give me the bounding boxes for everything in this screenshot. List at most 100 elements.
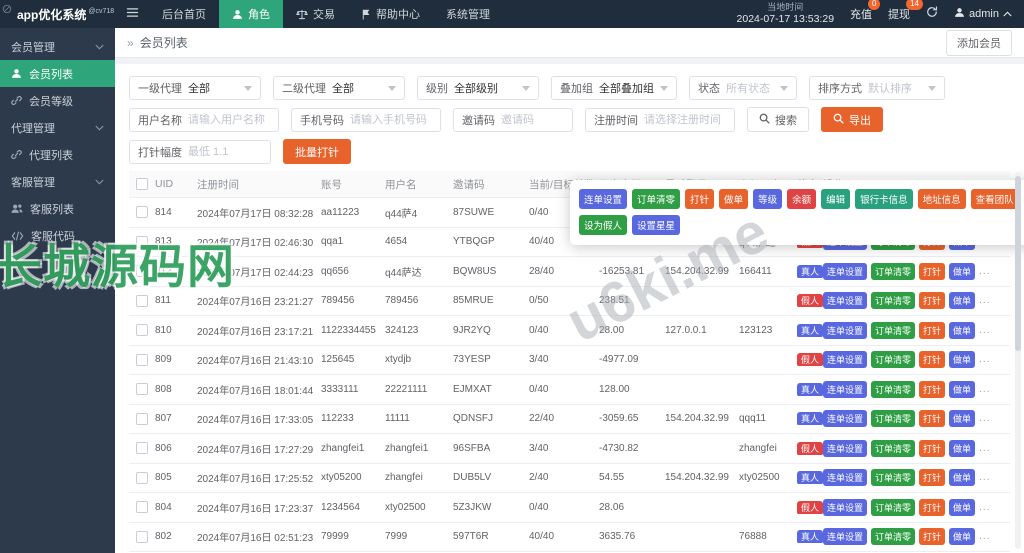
- row-checkbox[interactable]: [136, 472, 148, 484]
- row-action-button[interactable]: 订单清零: [871, 292, 915, 309]
- row-action-button[interactable]: 连单设置: [823, 499, 867, 516]
- row-checkbox[interactable]: [136, 324, 148, 336]
- topmenu-item-2[interactable]: 角色: [219, 0, 283, 28]
- popup-action-button[interactable]: 设为假人: [579, 215, 627, 235]
- popup-action-button[interactable]: 地址信息: [918, 189, 966, 209]
- row-action-button[interactable]: 订单清零: [871, 351, 915, 368]
- row-action-button[interactable]: 打针: [919, 410, 945, 427]
- row-action-button[interactable]: 订单清零: [871, 322, 915, 339]
- row-action-button[interactable]: 做单: [949, 499, 975, 516]
- row-checkbox[interactable]: [136, 295, 148, 307]
- row-action-button[interactable]: 连单设置: [823, 440, 867, 457]
- row-action-button[interactable]: 打针: [919, 440, 945, 457]
- more-actions-button[interactable]: ...: [979, 354, 990, 365]
- row-action-button[interactable]: 连单设置: [823, 410, 867, 427]
- row-action-button[interactable]: 打针: [919, 351, 945, 368]
- more-actions-button[interactable]: ...: [979, 295, 990, 306]
- popup-action-button[interactable]: 设置星星: [632, 215, 680, 235]
- row-action-button[interactable]: 连单设置: [823, 351, 867, 368]
- vertical-scrollbar[interactable]: [1015, 172, 1021, 549]
- user-menu[interactable]: admin: [954, 7, 1012, 21]
- batch-inject-button[interactable]: 批量打针: [283, 139, 351, 164]
- row-checkbox[interactable]: [136, 236, 148, 248]
- sidebar-item-8[interactable]: 客服代码: [0, 222, 115, 249]
- popup-action-button[interactable]: 等级: [753, 189, 782, 209]
- filter-input-field[interactable]: [501, 114, 572, 126]
- search-button[interactable]: 搜索: [747, 107, 809, 132]
- row-action-button[interactable]: 做单: [949, 469, 975, 486]
- filter-input-field[interactable]: [188, 114, 278, 126]
- row-action-button[interactable]: 连单设置: [823, 263, 867, 280]
- row-action-button[interactable]: 做单: [949, 322, 975, 339]
- sidebar-item-2[interactable]: 会员列表: [0, 60, 115, 87]
- row-checkbox[interactable]: [136, 206, 148, 218]
- popup-action-button[interactable]: 做单: [719, 189, 748, 209]
- row-checkbox[interactable]: [136, 531, 148, 543]
- row-action-button[interactable]: 连单设置: [823, 528, 867, 545]
- topmenu-item-1[interactable]: 后台首页: [149, 0, 219, 28]
- export-button[interactable]: 导出: [821, 107, 883, 132]
- refresh-button[interactable]: [926, 5, 938, 23]
- row-checkbox[interactable]: [136, 442, 148, 454]
- row-checkbox[interactable]: [136, 354, 148, 366]
- row-action-button[interactable]: 打针: [919, 263, 945, 280]
- filter-input-field[interactable]: [350, 114, 440, 126]
- sidebar-collapse-button[interactable]: [116, 0, 149, 28]
- inject-range-input[interactable]: [188, 146, 270, 158]
- filter-select-1[interactable]: 一级代理全部: [129, 76, 261, 100]
- popup-action-button[interactable]: 银行卡信息: [855, 189, 913, 209]
- row-action-button[interactable]: 打针: [919, 292, 945, 309]
- more-actions-button[interactable]: ...: [979, 384, 990, 395]
- sidebar-item-7[interactable]: 客服列表: [0, 195, 115, 222]
- row-action-button[interactable]: 连单设置: [823, 381, 867, 398]
- row-action-button[interactable]: 打针: [919, 528, 945, 545]
- more-actions-button[interactable]: ...: [979, 443, 990, 454]
- popup-action-button[interactable]: 连单设置: [579, 189, 627, 209]
- row-action-button[interactable]: 打针: [919, 469, 945, 486]
- row-action-button[interactable]: 打针: [919, 499, 945, 516]
- sidebar-item-3[interactable]: 会员等级: [0, 87, 115, 114]
- row-action-button[interactable]: 打针: [919, 322, 945, 339]
- row-action-button[interactable]: 订单清零: [871, 381, 915, 398]
- sidebar-item-5[interactable]: 代理列表: [0, 141, 115, 168]
- row-action-button[interactable]: 订单清零: [871, 469, 915, 486]
- row-action-button[interactable]: 做单: [949, 381, 975, 398]
- row-checkbox[interactable]: [136, 413, 148, 425]
- row-checkbox[interactable]: [136, 265, 148, 277]
- recharge-link[interactable]: 充值0: [850, 6, 872, 22]
- row-action-button[interactable]: 做单: [949, 351, 975, 368]
- row-action-button[interactable]: 连单设置: [823, 292, 867, 309]
- topmenu-item-5[interactable]: 系统管理: [433, 0, 503, 28]
- row-action-button[interactable]: 打针: [919, 381, 945, 398]
- popup-action-button[interactable]: 编辑: [821, 189, 850, 209]
- filter-select-4[interactable]: 叠加组全部叠加组: [551, 76, 677, 100]
- row-action-button[interactable]: 订单清零: [871, 410, 915, 427]
- row-action-button[interactable]: 做单: [949, 292, 975, 309]
- popup-action-button[interactable]: 查看团队: [971, 189, 1019, 209]
- more-actions-button[interactable]: ...: [979, 502, 990, 513]
- popup-action-button[interactable]: 订单清零: [632, 189, 680, 209]
- row-checkbox[interactable]: [136, 383, 148, 395]
- row-action-button[interactable]: 做单: [949, 410, 975, 427]
- filter-input-field[interactable]: [644, 114, 734, 126]
- add-member-button[interactable]: 添加会员: [946, 30, 1012, 56]
- row-action-button[interactable]: 连单设置: [823, 322, 867, 339]
- select-all-checkbox[interactable]: [136, 178, 148, 190]
- row-action-button[interactable]: 订单清零: [871, 263, 915, 280]
- more-actions-button[interactable]: ...: [979, 266, 990, 277]
- popup-action-button[interactable]: 余额: [787, 189, 816, 209]
- more-actions-button[interactable]: ...: [979, 325, 990, 336]
- more-actions-button[interactable]: ...: [979, 413, 990, 424]
- filter-select-5[interactable]: 状态所有状态: [689, 76, 797, 100]
- sidebar-item-4[interactable]: 代理管理: [0, 114, 115, 141]
- topmenu-item-3[interactable]: 交易: [283, 0, 348, 28]
- row-action-button[interactable]: 连单设置: [823, 469, 867, 486]
- row-action-button[interactable]: 做单: [949, 263, 975, 280]
- filter-select-6[interactable]: 排序方式默认排序: [809, 76, 945, 100]
- scrollbar-thumb[interactable]: [1015, 176, 1021, 351]
- sidebar-item-1[interactable]: 会员管理: [0, 33, 115, 60]
- row-action-button[interactable]: 订单清零: [871, 528, 915, 545]
- topmenu-item-4[interactable]: 帮助中心: [348, 0, 433, 28]
- more-actions-button[interactable]: ...: [979, 531, 990, 542]
- row-action-button[interactable]: 订单清零: [871, 440, 915, 457]
